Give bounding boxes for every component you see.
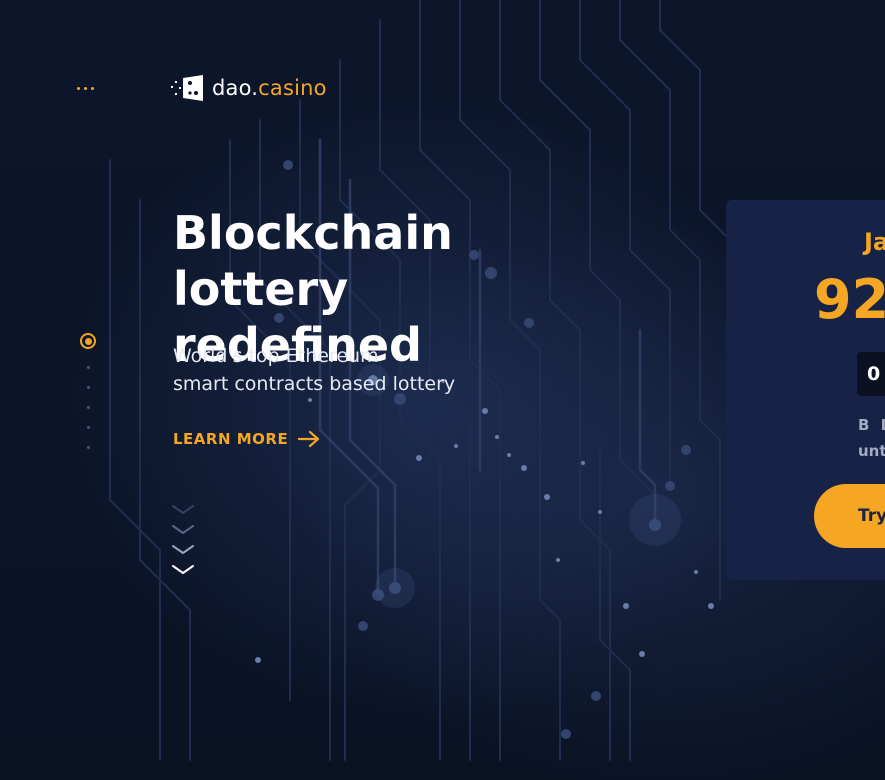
slide-indicator-active[interactable]	[80, 333, 96, 349]
slide-indicator-dot[interactable]	[86, 446, 90, 449]
slide-indicator-dot[interactable]	[86, 426, 90, 429]
learn-more-link[interactable]: LEARN MORE	[173, 430, 320, 448]
scroll-down-chevrons-icon[interactable]	[171, 500, 195, 582]
slide-indicator-dot[interactable]	[86, 386, 90, 389]
try-button[interactable]: Try	[814, 484, 885, 548]
jackpot-card: Ja 92 0 B L unt Try	[726, 200, 885, 580]
arrow-right-icon	[298, 430, 320, 448]
jackpot-title: Ja	[864, 228, 885, 256]
logo-wordmark: dao.casino	[212, 76, 327, 100]
slide-indicator-dot[interactable]	[86, 406, 90, 409]
dao-casino-logo-icon	[171, 75, 203, 101]
jackpot-note-line1: B L	[858, 416, 885, 434]
jackpot-amount: 92	[814, 268, 885, 331]
learn-more-label: LEARN MORE	[173, 430, 289, 448]
slide-indicator	[78, 333, 98, 449]
slide-indicator-dot[interactable]	[86, 366, 90, 369]
countdown-box: 0	[857, 352, 885, 396]
dots-menu-icon[interactable]	[77, 82, 101, 94]
hero-subtitle: World's top Ethereum smart contracts bas…	[173, 345, 456, 395]
jackpot-note-line2: unt	[858, 442, 885, 460]
logo[interactable]: dao.casino	[170, 72, 327, 104]
logo-wordmark-main: dao.	[212, 76, 259, 100]
landing-page: dao.casino Blockchain lottery redefined …	[0, 0, 885, 780]
logo-wordmark-accent: casino	[258, 76, 327, 100]
